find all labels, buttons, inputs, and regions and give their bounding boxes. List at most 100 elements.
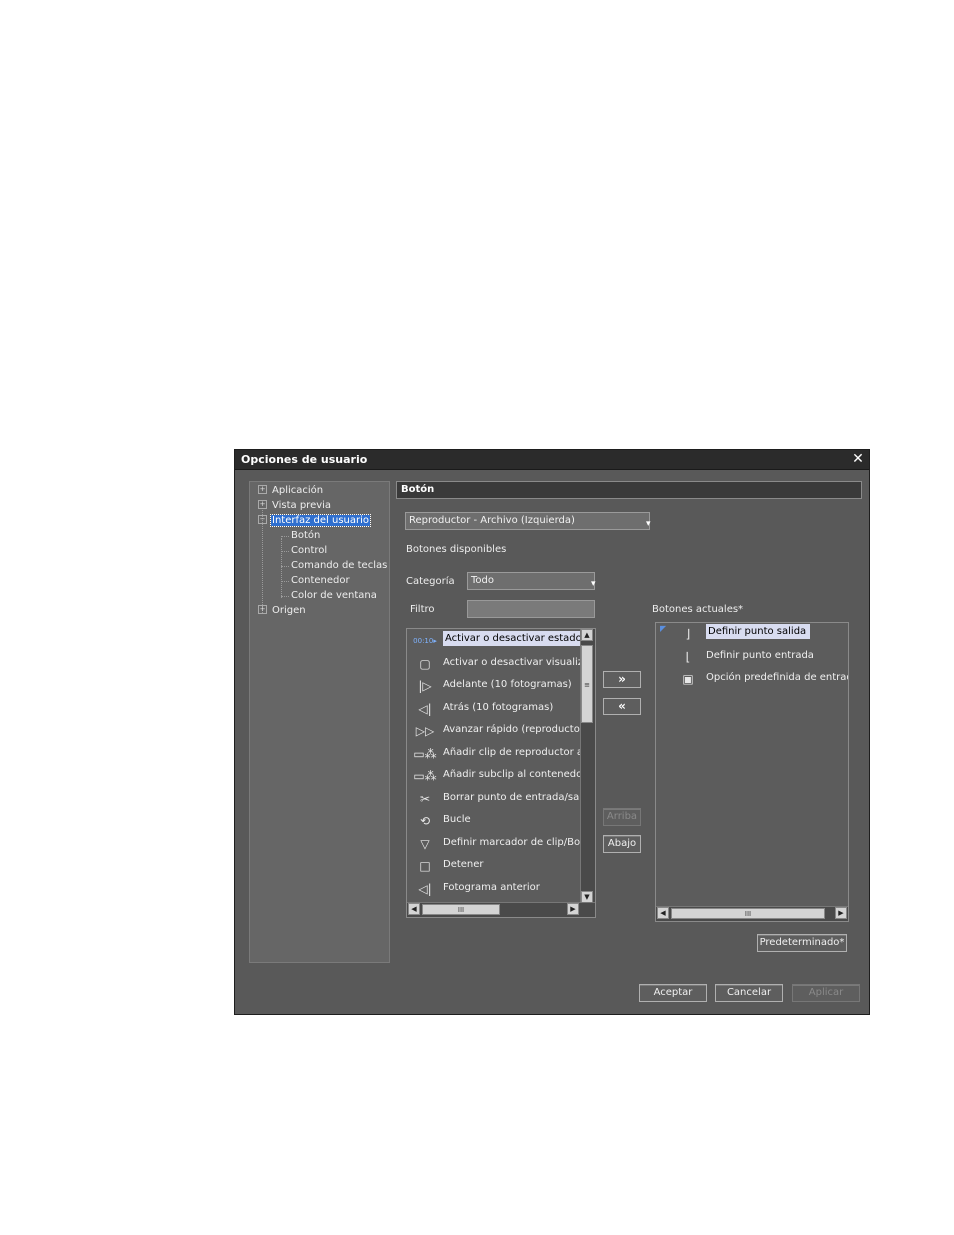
target-dropdown[interactable]: Reproductor - Archivo (Izquierda) ▾ [405,512,651,530]
list-item-label: Avanzar rápido (reproductor) [443,724,588,735]
tree-item-label: Interfaz del usuario [269,514,372,527]
tree-connector [281,536,289,537]
input-preset-icon: ▣ [682,672,694,686]
scroll-thumb[interactable]: III [422,904,500,915]
list-item[interactable]: ◁| Atrás (10 fotogramas) [407,698,595,720]
list-item[interactable]: 00:10▸ Activar o desactivar estado [407,630,595,652]
list-item[interactable]: ✂ Borrar punto de entrada/salid [407,788,595,810]
tree-connector [281,538,282,598]
scroll-up-button[interactable]: ▲ [581,629,593,641]
tree-item-vista-previa[interactable]: + Vista previa [258,499,332,513]
list-item[interactable]: ▭⁂ Añadir subclip al contenedor [407,765,595,787]
timecode-icon: 00:10▸ [413,637,437,645]
add-subclip-icon: ▭⁂ [413,769,437,783]
tree-item-label: Control [291,545,328,556]
expand-icon[interactable]: + [258,499,267,509]
list-item[interactable]: ◁| Fotograma anterior [407,878,595,900]
collapse-icon[interactable]: − [258,514,267,524]
list-item[interactable]: ⌊ Definir punto entrada [656,646,848,668]
list-item[interactable]: □ Detener [407,855,595,877]
category-dropdown[interactable]: Todo ▾ [467,572,596,590]
list-item[interactable]: ▣ Opción predefinida de entrada [656,668,848,690]
scroll-right-button[interactable]: ▶ [835,907,847,919]
category-label: Categoría [406,576,455,587]
horizontal-scrollbar[interactable]: ◀ III ▶ [407,902,595,917]
default-button[interactable]: Predeterminado* [757,934,847,952]
dialog-title: Opciones de usuario [241,453,368,466]
list-item-label: Opción predefinida de entrada [706,672,849,683]
list-item-label: Detener [443,859,484,870]
ok-button[interactable]: Aceptar [639,984,707,1002]
options-tree: + Aplicación + Vista previa − Interfaz del … [249,481,390,963]
tree-item-comando-de-teclas[interactable]: Comando de teclas [290,559,388,573]
tree-item-aplicacion[interactable]: + Aplicación [258,484,324,498]
scroll-right-button[interactable]: ▶ [567,903,579,915]
apply-button[interactable]: Aplicar [792,984,860,1002]
tree-item-label: Comando de teclas [291,560,388,571]
tree-connector [281,581,289,582]
list-item-label: Añadir subclip al contenedor [443,769,587,780]
filter-label: Filtro [410,604,435,615]
current-buttons-label: Botones actuales* [652,604,744,615]
scroll-thumb[interactable]: ≡ [581,645,593,723]
display-toggle-icon: ▢ [419,656,431,671]
tree-item-label: Aplicación [272,485,324,496]
list-item-label: Bucle [443,814,471,825]
add-clip-icon: ▭⁂ [413,746,437,761]
stop-icon: □ [419,859,431,873]
back-10-icon: ◁| [418,701,432,716]
scroll-left-button[interactable]: ◀ [408,903,420,915]
close-icon[interactable]: ✕ [851,451,865,467]
current-buttons-list[interactable]: ◤ ⌋ Definir punto salida ⌊ Definir punto en… [655,622,849,922]
user-options-dialog: Opciones de usuario ✕ + Aplicación + Vista… [234,449,870,1015]
available-buttons-label: Botones disponibles [406,544,507,555]
list-item[interactable]: ▽ Definir marcador de clip/Borra [407,833,595,855]
list-item-label: Definir marcador de clip/Borra [443,836,595,848]
section-header: Botón [396,481,862,499]
list-item-label: Atrás (10 fotogramas) [443,701,554,713]
scroll-thumb[interactable]: III [671,908,825,919]
clip-marker-icon: ▽ [420,836,430,851]
list-item-label: Borrar punto de entrada/salid [443,791,592,803]
add-button[interactable]: » [603,671,641,688]
list-item[interactable]: ▷▷ Avanzar rápido (reproductor) [407,720,595,742]
list-item[interactable]: ⌋ Definir punto salida [656,623,848,645]
set-in-point-icon: ⌊ [685,649,691,664]
list-item-label: Añadir clip de reproductor al r [443,746,594,758]
tree-connector [281,566,289,567]
vertical-scrollbar[interactable]: ▲ ≡ ▼ [580,629,595,903]
list-item[interactable]: ▢ Activar o desactivar visualiza [407,653,595,675]
down-button[interactable]: Abajo [603,835,641,853]
loop-icon: ⟲ [419,814,431,828]
cancel-button[interactable]: Cancelar [715,984,783,1002]
tree-item-color-de-ventana[interactable]: Color de ventana [290,589,378,603]
previous-frame-icon: ◁| [418,881,432,896]
tree-item-boton[interactable]: Botón [290,529,321,543]
tree-item-origen[interactable]: + Origen [258,604,307,618]
tree-item-label: Vista previa [272,500,332,511]
list-item-label: Activar o desactivar estado [443,631,586,646]
list-item[interactable]: ⟲ Bucle [407,810,595,832]
up-button[interactable]: Arriba [603,808,641,826]
scroll-left-button[interactable]: ◀ [657,907,669,919]
title-bar: Opciones de usuario ✕ [235,450,869,470]
target-dropdown-value: Reproductor - Archivo (Izquierda) [409,515,575,526]
fast-forward-icon: ▷▷ [415,724,435,738]
expand-icon[interactable]: + [258,604,267,614]
filter-input[interactable] [467,600,595,618]
remove-button[interactable]: « [603,698,641,715]
expand-icon[interactable]: + [258,484,267,494]
tree-item-interfaz-del-usuario[interactable]: − Interfaz del usuario [258,514,372,528]
available-buttons-list[interactable]: 00:10▸ Activar o desactivar estado ▢ Activa… [406,628,596,918]
set-out-point-icon: ⌋ [685,627,691,641]
tree-item-control[interactable]: Control [290,544,328,558]
list-item[interactable]: |▷ Adelante (10 fotogramas) [407,675,595,697]
horizontal-scrollbar[interactable]: ◀ III ▶ [656,906,848,921]
list-item-label: Fotograma anterior [443,881,540,893]
tree-connector [281,551,289,552]
list-item[interactable]: ▭⁂ Añadir clip de reproductor al r [407,743,595,765]
tree-item-contenedor[interactable]: Contenedor [290,574,351,588]
category-dropdown-value: Todo [471,575,494,586]
tree-item-label: Botón [291,530,321,541]
tree-item-label: Contenedor [291,575,350,586]
